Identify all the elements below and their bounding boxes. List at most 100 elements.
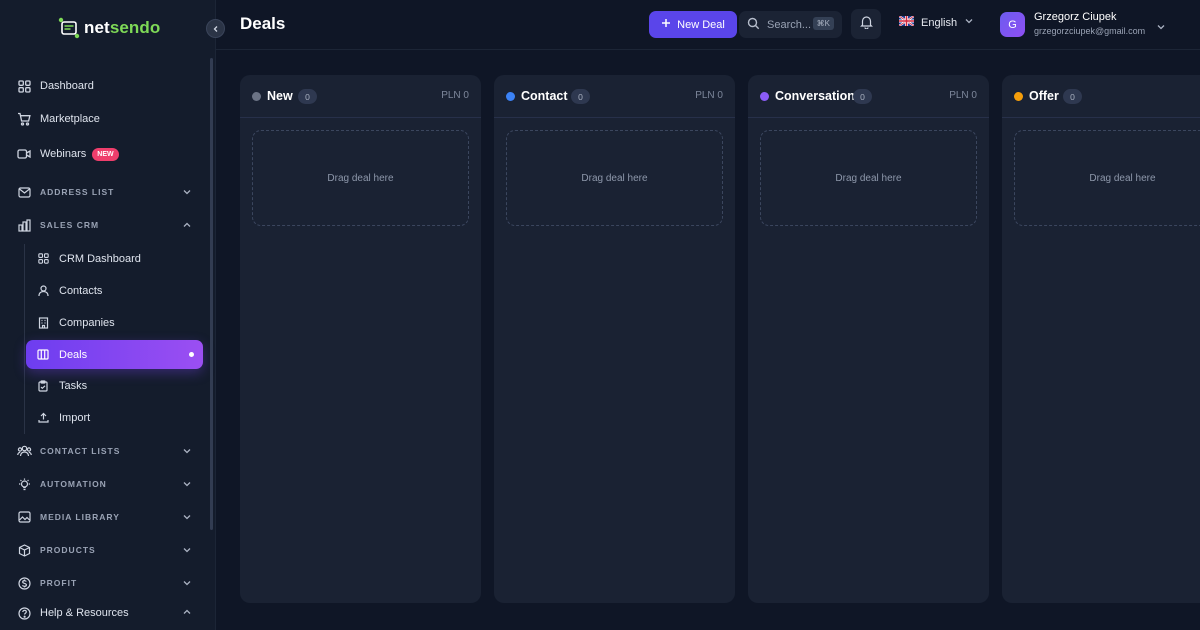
column-total: PLN 0 xyxy=(949,90,977,101)
sidebar-item-label: Companies xyxy=(59,316,115,329)
new-badge: NEW xyxy=(92,147,119,161)
section-label: PROFIT xyxy=(40,578,78,588)
sidebar-item-label: Marketplace xyxy=(40,113,100,125)
grid-icon xyxy=(36,252,50,266)
column-header: Conversation 0 PLN 0 xyxy=(748,75,989,118)
deal-drop-zone[interactable]: Drag deal here xyxy=(1014,130,1200,226)
page-title: Deals xyxy=(240,14,286,33)
sidebar-item-label: Tasks xyxy=(59,379,88,392)
avatar[interactable]: G xyxy=(1000,12,1025,37)
new-deal-label: New Deal xyxy=(677,18,725,31)
section-label: AUTOMATION xyxy=(40,479,107,489)
sidebar-item-tasks[interactable]: Tasks xyxy=(26,371,203,400)
plus-icon xyxy=(661,18,671,31)
building-icon xyxy=(36,316,50,330)
cart-icon xyxy=(16,111,32,127)
sidebar-item-label: Contacts xyxy=(59,284,103,297)
stage-color-dot xyxy=(760,92,769,101)
active-indicator xyxy=(189,352,194,357)
section-label: CONTACT LISTS xyxy=(40,446,121,456)
help-circle-icon xyxy=(16,605,32,621)
pipeline-column-new: New 0 PLN 0 Drag deal here xyxy=(240,75,481,603)
notifications-button[interactable] xyxy=(851,9,881,39)
chevron-down-icon[interactable] xyxy=(1156,19,1166,37)
sidebar-section-media-library[interactable]: MEDIA LIBRARY xyxy=(16,505,200,529)
chevron-down-icon xyxy=(182,512,192,525)
sidebar-item-companies[interactable]: Companies xyxy=(26,308,203,337)
deals-board: New 0 PLN 0 Drag deal here Contact 0 PLN… xyxy=(216,51,1200,630)
chevron-down-icon xyxy=(182,446,192,459)
sidebar-item-help-resources[interactable]: Help & Resources xyxy=(16,601,200,625)
chevron-up-icon xyxy=(182,220,192,233)
sidebar-scrollbar[interactable] xyxy=(210,58,213,530)
new-deal-button[interactable]: New Deal xyxy=(649,11,737,38)
deal-drop-zone[interactable]: Drag deal here xyxy=(760,130,977,226)
pipeline-column-conversation: Conversation 0 PLN 0 Drag deal here xyxy=(748,75,989,603)
sidebar-item-contacts[interactable]: Contacts xyxy=(26,276,203,305)
bell-icon xyxy=(859,15,873,34)
logo-text: netsendo xyxy=(84,18,161,37)
user-name[interactable]: Grzegorz Ciupek xyxy=(1034,11,1117,23)
video-icon xyxy=(16,146,32,162)
submenu-guide-line xyxy=(24,244,25,434)
language-selector[interactable]: English xyxy=(898,15,974,29)
upload-icon xyxy=(36,411,50,425)
clipboard-icon xyxy=(36,379,50,393)
sidebar-section-profit[interactable]: PROFIT xyxy=(16,571,200,595)
sidebar-item-label: Import xyxy=(59,411,91,424)
chevron-down-icon xyxy=(964,16,974,29)
user-email: grzegorzciupek@gmail.com xyxy=(1034,26,1146,36)
sidebar-item-label: Help & Resources xyxy=(40,607,129,619)
deal-count-badge: 0 xyxy=(571,89,590,104)
pipeline-column-offer: Offer 0 Drag deal here xyxy=(1002,75,1200,603)
chevron-down-icon xyxy=(182,578,192,591)
stage-color-dot xyxy=(506,92,515,101)
sidebar: netsendo Dashboard Marketplace Webinars … xyxy=(0,0,216,630)
bulb-icon xyxy=(16,476,32,492)
chevron-down-icon xyxy=(182,187,192,200)
sidebar-item-label: Webinars xyxy=(40,148,87,160)
deal-drop-zone[interactable]: Drag deal here xyxy=(252,130,469,226)
sidebar-section-products[interactable]: PRODUCTS xyxy=(16,538,200,562)
deal-count-badge: 0 xyxy=(853,89,872,104)
column-title: New xyxy=(267,89,293,103)
chevron-left-icon xyxy=(212,20,220,38)
user-icon xyxy=(36,284,50,298)
sidebar-section-sales-crm[interactable]: SALES CRM xyxy=(16,213,200,237)
column-header: Offer 0 xyxy=(1002,75,1200,118)
sidebar-item-deals[interactable]: Deals xyxy=(26,340,203,369)
top-header: Deals New Deal Search... ⌘K English G Gr… xyxy=(216,0,1200,50)
search-input[interactable]: Search... ⌘K xyxy=(739,11,842,38)
deal-count-badge: 0 xyxy=(298,89,317,104)
sidebar-item-label: Dashboard xyxy=(40,80,94,92)
column-title: Offer xyxy=(1029,89,1059,103)
columns-icon xyxy=(36,348,50,362)
sidebar-section-automation[interactable]: AUTOMATION xyxy=(16,472,200,496)
uk-flag-icon xyxy=(898,15,915,29)
pipeline-column-contact: Contact 0 PLN 0 Drag deal here xyxy=(494,75,735,603)
sidebar-item-crm-dashboard[interactable]: CRM Dashboard xyxy=(26,244,203,273)
section-label: PRODUCTS xyxy=(40,545,96,555)
dollar-icon xyxy=(16,575,32,591)
sidebar-item-webinars[interactable]: Webinars NEW xyxy=(16,142,200,166)
chevron-down-icon xyxy=(182,545,192,558)
language-label: English xyxy=(921,16,958,29)
chevron-down-icon xyxy=(182,479,192,492)
section-label: ADDRESS LIST xyxy=(40,187,115,197)
image-icon xyxy=(16,509,32,525)
sidebar-item-import[interactable]: Import xyxy=(26,403,203,432)
collapse-sidebar-button[interactable] xyxy=(206,19,225,38)
sidebar-section-address-list[interactable]: ADDRESS LIST xyxy=(16,180,200,204)
stage-color-dot xyxy=(1014,92,1023,101)
sidebar-section-contact-lists[interactable]: CONTACT LISTS xyxy=(16,439,200,463)
column-title: Conversation xyxy=(775,89,855,103)
section-label: SALES CRM xyxy=(40,220,100,230)
sidebar-item-marketplace[interactable]: Marketplace xyxy=(16,107,200,131)
column-header: New 0 PLN 0 xyxy=(240,75,481,118)
sidebar-item-dashboard[interactable]: Dashboard xyxy=(16,74,200,98)
search-shortcut: ⌘K xyxy=(812,17,834,30)
deal-drop-zone[interactable]: Drag deal here xyxy=(506,130,723,226)
sidebar-item-label: Deals xyxy=(59,348,88,361)
section-label: MEDIA LIBRARY xyxy=(40,512,120,522)
netsendo-logo[interactable]: netsendo xyxy=(58,14,160,42)
